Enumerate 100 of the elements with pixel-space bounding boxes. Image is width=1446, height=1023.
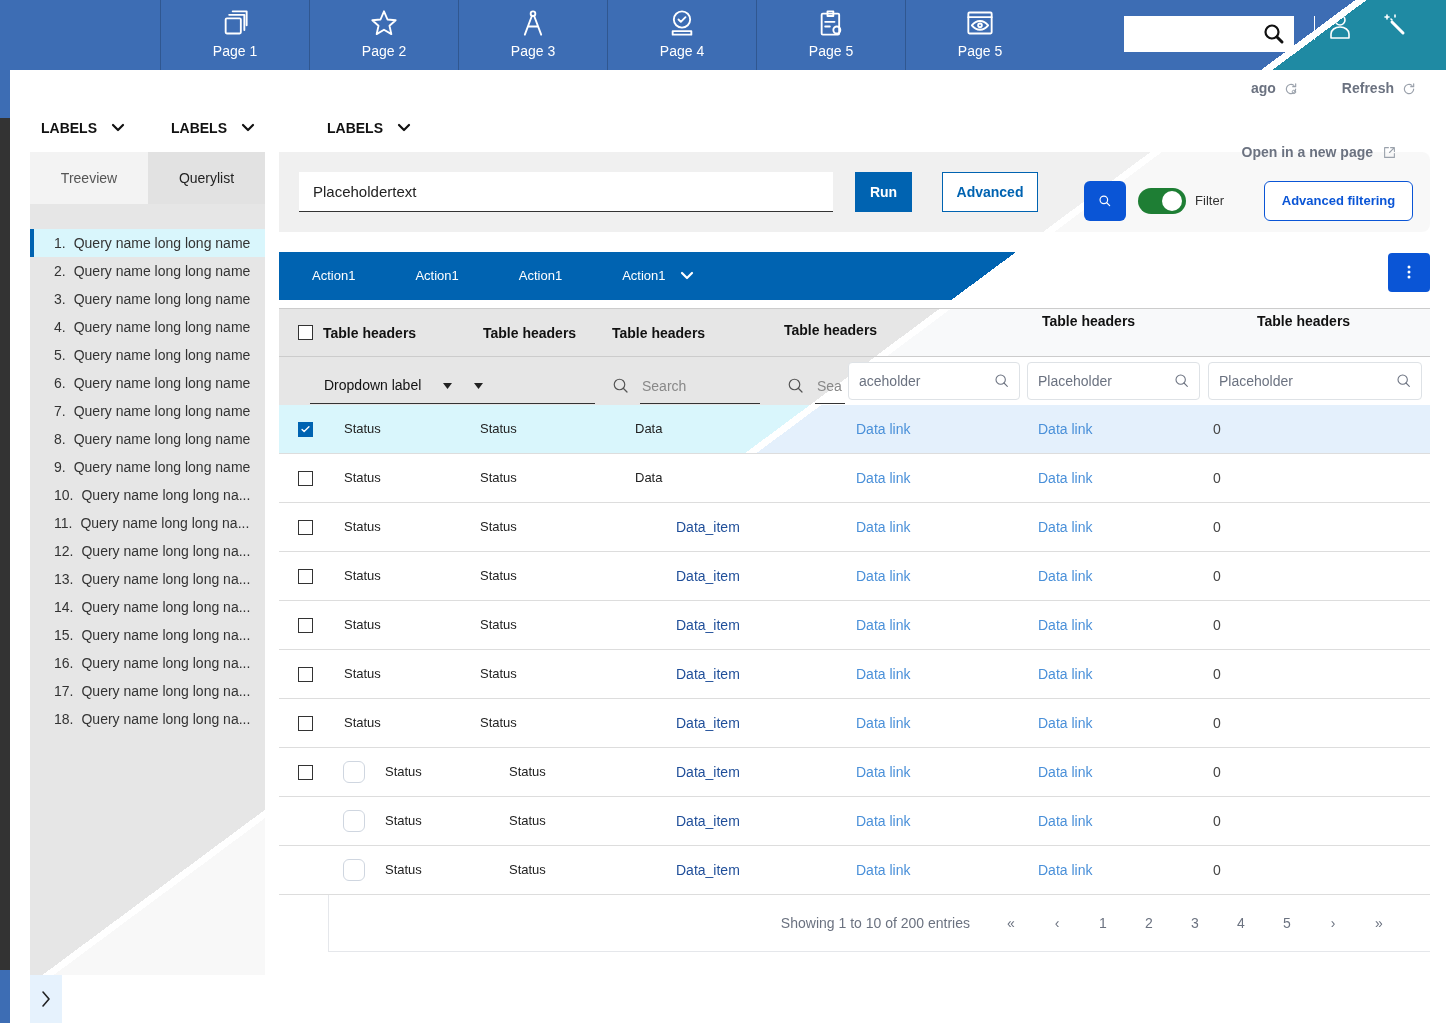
data-link[interactable]: Data link	[856, 567, 911, 584]
advanced-button[interactable]: Advanced	[942, 172, 1038, 212]
data-link[interactable]: Data link	[856, 714, 911, 731]
status-text: Status	[480, 715, 517, 731]
nav-tab[interactable]: Page 3	[458, 0, 607, 70]
nav-tab[interactable]: Page 2	[309, 0, 458, 70]
data-item-link[interactable]: Data_item	[676, 665, 740, 682]
data-item-link[interactable]: Data_item	[676, 518, 740, 535]
data-link[interactable]: Data link	[856, 518, 911, 535]
sidebar-tab[interactable]: Querylist	[148, 152, 265, 204]
filter-field[interactable]: Placeholder	[1208, 362, 1422, 400]
query-list-item[interactable]: 10. Query name long long na...	[30, 481, 265, 509]
table-row[interactable]: Status Status Data Data link Data link 0	[279, 405, 1430, 454]
query-list-item[interactable]: 9. Query name long long name	[30, 453, 265, 481]
query-list-item[interactable]: 16. Query name long long na...	[30, 649, 265, 677]
page-button[interactable]: «	[988, 912, 1034, 934]
labels-dropdown[interactable]: LABELS	[41, 104, 125, 152]
data-link[interactable]: Data link	[856, 469, 911, 486]
data-link[interactable]: Data link	[856, 665, 911, 682]
checkbox[interactable]	[298, 715, 313, 731]
page-button[interactable]: ›	[1310, 912, 1356, 934]
open-new-page-link[interactable]: Open in a new page	[1241, 142, 1396, 163]
advanced-filtering-button[interactable]: Advanced filtering	[1264, 181, 1413, 221]
labels-dropdown[interactable]: LABELS	[327, 104, 411, 152]
page-button[interactable]: 4	[1218, 912, 1264, 934]
checkbox[interactable]	[298, 617, 313, 633]
page-button[interactable]: 5	[1264, 912, 1310, 934]
more-menu-button[interactable]	[1388, 252, 1430, 292]
page-button[interactable]: 2	[1126, 912, 1172, 934]
query-list-item[interactable]: 13. Query name long long na...	[30, 565, 265, 593]
checkbox[interactable]	[298, 666, 313, 682]
checkbox[interactable]	[298, 764, 313, 780]
filter-field[interactable]: Placeholder	[1027, 362, 1200, 400]
data-link[interactable]: Data link	[1038, 812, 1093, 829]
search-field[interactable]: Search	[640, 368, 760, 404]
checkbox[interactable]	[298, 568, 313, 584]
query-list-item[interactable]: 7. Query name long long name	[30, 397, 265, 425]
status-text: Status	[385, 862, 422, 878]
checkbox[interactable]	[298, 325, 313, 340]
query-list-item[interactable]: 1. Query name long long name	[30, 229, 265, 257]
query-list-item[interactable]: 6. Query name long long name	[30, 369, 265, 397]
checkbox[interactable]	[298, 519, 313, 535]
query-input[interactable]: Placeholdertext	[299, 172, 833, 212]
data-item-link[interactable]: Data_item	[676, 567, 740, 584]
query-list-item[interactable]: 4. Query name long long name	[30, 313, 265, 341]
query-list-item[interactable]: 12. Query name long long na...	[30, 537, 265, 565]
sidebar-tab[interactable]: Treeview	[30, 152, 148, 204]
data-link[interactable]: Data link	[856, 763, 911, 780]
nav-tab[interactable]: Page 4	[607, 0, 756, 70]
query-list-item[interactable]: 5. Query name long long name	[30, 341, 265, 369]
data-link[interactable]: Data link	[1038, 861, 1093, 878]
query-list-item[interactable]: 8. Query name long long name	[30, 425, 265, 453]
query-list-item[interactable]: 17. Query name long long na...	[30, 677, 265, 705]
search-button[interactable]	[1084, 181, 1127, 221]
page-button[interactable]: ‹	[1034, 912, 1080, 934]
query-list-item[interactable]: 3. Query name long long name	[30, 285, 265, 313]
query-list-item[interactable]: 14. Query name long long na...	[30, 593, 265, 621]
dropdown[interactable]: Dropdown label	[310, 368, 460, 404]
data-item-link[interactable]: Data_item	[676, 812, 740, 829]
query-list-item[interactable]: 18. Query name long long na...	[30, 705, 265, 733]
data-item-link[interactable]: Data_item	[676, 714, 740, 731]
query-list-item[interactable]: 11. Query name long long na...	[30, 509, 265, 537]
search-field[interactable]	[1124, 16, 1294, 52]
filter-field[interactable]: aceholder	[848, 362, 1020, 400]
data-item-link[interactable]: Data_item	[676, 763, 740, 780]
filter-toggle[interactable]	[1138, 188, 1187, 214]
data-link[interactable]: Data link	[1038, 665, 1093, 682]
action-button[interactable]: Action1	[622, 266, 694, 286]
action-button[interactable]: Action1	[415, 266, 459, 286]
checkbox[interactable]	[298, 470, 313, 486]
nav-tab[interactable]: Page 5	[905, 0, 1054, 70]
data-link[interactable]: Data link	[856, 861, 911, 878]
checkbox[interactable]	[298, 421, 313, 437]
data-link[interactable]: Data link	[856, 616, 911, 633]
data-link[interactable]: Data link	[1038, 616, 1093, 633]
expand-button[interactable]	[30, 975, 62, 1023]
page-button[interactable]: 1	[1080, 912, 1126, 934]
search-field[interactable]: Sea	[815, 368, 845, 404]
updated-link[interactable]: ago	[1250, 78, 1298, 99]
data-item-link[interactable]: Data_item	[676, 616, 740, 633]
action-button[interactable]: Action1	[312, 266, 356, 286]
page-button[interactable]: »	[1356, 912, 1402, 934]
count-text: 0	[1213, 616, 1221, 633]
data-link[interactable]: Data link	[1038, 518, 1093, 535]
refresh-button[interactable]: Refresh	[1341, 78, 1416, 99]
data-item-link[interactable]: Data_item	[676, 861, 740, 878]
data-link[interactable]: Data link	[1038, 714, 1093, 731]
nav-tab[interactable]: Page 5	[756, 0, 905, 70]
data-link[interactable]: Data link	[856, 812, 911, 829]
data-link[interactable]: Data link	[1038, 469, 1093, 486]
status-text: Status	[509, 862, 546, 878]
data-link[interactable]: Data link	[1038, 567, 1093, 584]
action-button[interactable]: Action1	[518, 266, 563, 286]
query-list-item[interactable]: 2. Query name long long name	[30, 257, 265, 285]
run-button[interactable]: Run	[855, 172, 912, 212]
labels-dropdown[interactable]: LABELS	[171, 104, 255, 152]
data-link[interactable]: Data link	[1038, 763, 1093, 780]
page-button[interactable]: 3	[1172, 912, 1218, 934]
query-list-item[interactable]: 15. Query name long long na...	[30, 621, 265, 649]
nav-tab[interactable]: Page 1	[160, 0, 309, 70]
